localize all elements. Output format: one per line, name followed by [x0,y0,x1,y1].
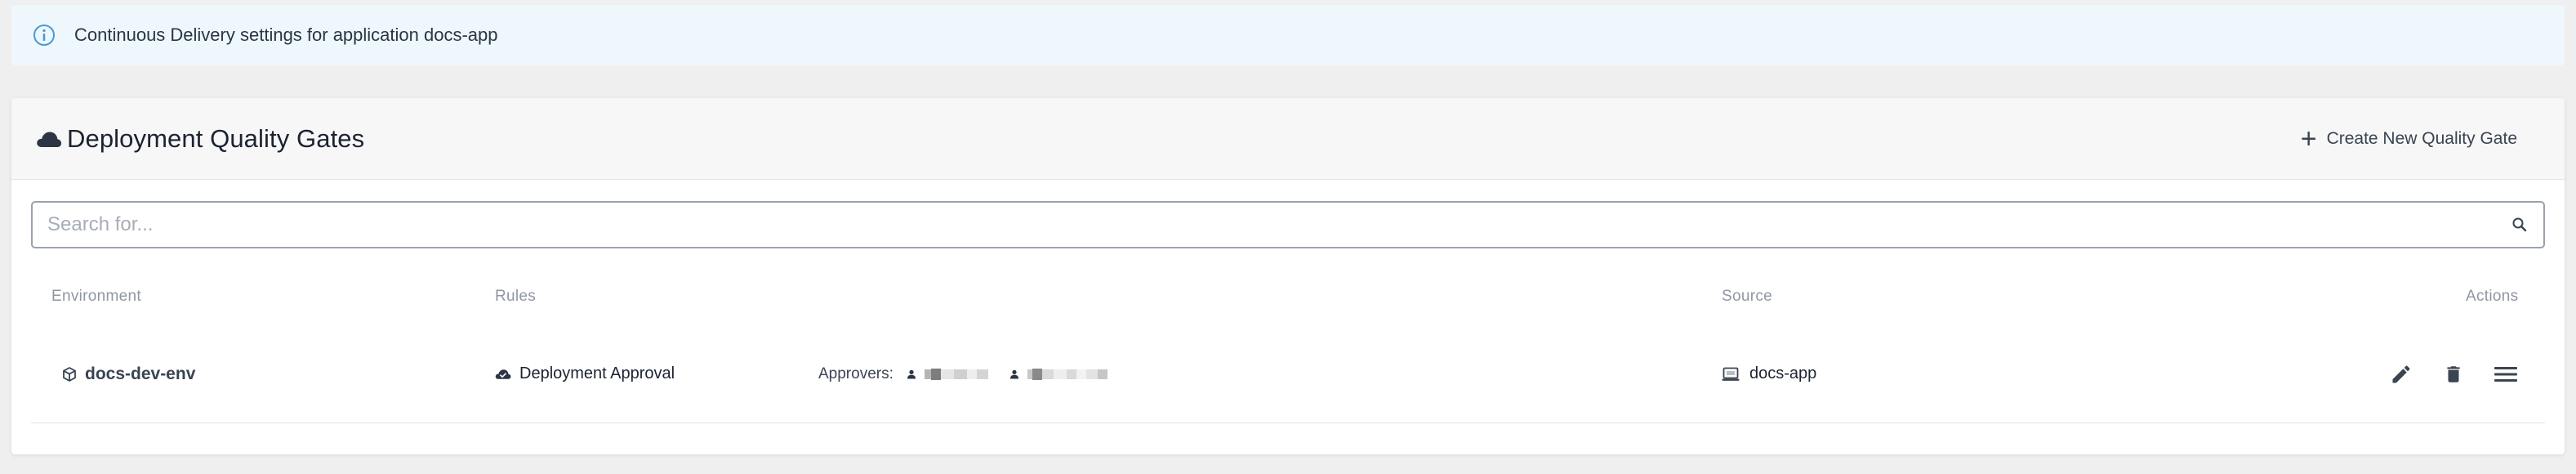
approvers-label: Approvers: [818,364,894,382]
banner-text: Continuous Delivery settings for applica… [74,25,498,45]
rule-name: Deployment Approval [519,364,675,382]
trash-icon[interactable] [2436,356,2471,392]
environment-cell: docs-dev-env [62,325,195,423]
redacted-approver-name [924,364,988,384]
quality-gates-card: Deployment Quality Gates + Create New Qu… [11,98,2565,454]
source-name[interactable]: docs-app [1749,364,1816,383]
create-quality-gate-label: Create New Quality Gate [2326,128,2517,148]
table-row[interactable]: docs-dev-env Deployment Approval Approve… [31,325,2545,423]
actions-cell [2383,325,2524,423]
column-header-actions: Actions [2466,288,2519,305]
edit-icon[interactable] [2383,356,2419,392]
box-icon [62,366,77,382]
cloud-icon [36,128,62,150]
create-quality-gate-button[interactable]: + Create New Quality Gate [2301,125,2540,153]
info-banner: Continuous Delivery settings for applica… [11,5,2565,65]
page-title: Deployment Quality Gates [67,123,365,153]
search-icon[interactable] [2509,214,2530,235]
person-icon [1008,368,1021,381]
search-input[interactable] [33,213,2509,236]
plus-icon: + [2300,123,2317,154]
column-header-environment: Environment [51,288,141,305]
laptop-icon [1722,367,1740,382]
person-icon [905,368,918,381]
environment-name[interactable]: docs-dev-env [85,364,195,384]
source-cell: docs-app [1722,325,1816,423]
menu-icon[interactable] [2488,356,2524,392]
info-icon [33,24,56,47]
rule-cell: Deployment Approval [495,325,675,423]
cloud-check-icon [495,368,511,380]
redacted-approver-name [1027,364,1108,384]
search-box[interactable] [31,201,2545,248]
approvers-cell: Approvers: [818,325,1108,423]
card-header: Deployment Quality Gates + Create New Qu… [11,98,2565,180]
column-header-rules: Rules [495,288,537,305]
column-header-source: Source [1722,288,1773,305]
